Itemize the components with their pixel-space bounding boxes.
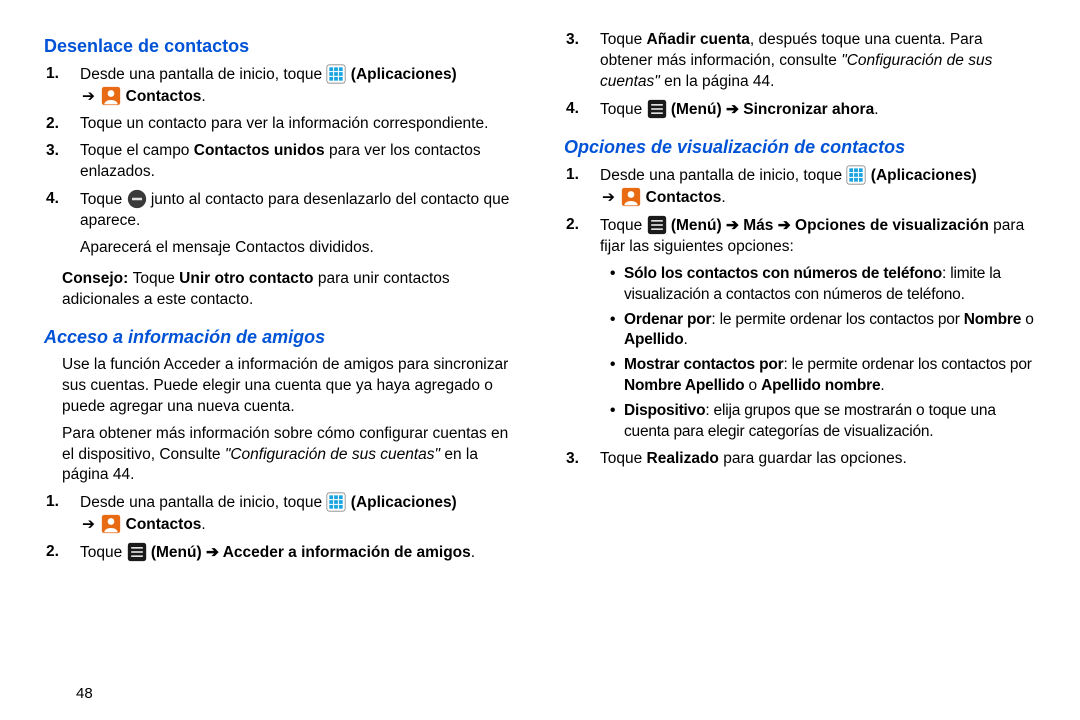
step-3: 3. Toque el campo Contactos unidos para … xyxy=(80,141,516,183)
left-column: Desenlace de contactos 1. Desde una pant… xyxy=(44,24,540,704)
unlink-icon xyxy=(127,189,147,209)
step-a1: 1. Desde una pantalla de inicio, toque (… xyxy=(80,492,516,536)
menu-icon xyxy=(647,99,667,119)
page-number: 48 xyxy=(76,685,93,702)
menu-icon xyxy=(647,215,667,235)
step-o3: 3. Toque Realizado para guardar las opci… xyxy=(600,449,1036,470)
heading-acceso: Acceso a información de amigos xyxy=(44,325,516,349)
apps-icon xyxy=(326,64,346,84)
right-column: 3. Toque Añadir cuenta, después toque un… xyxy=(540,24,1036,704)
para-acceso-1: Use la función Acceder a información de … xyxy=(44,355,516,418)
step-r3: 3. Toque Añadir cuenta, después toque un… xyxy=(600,30,1036,93)
step-a2: 2. Toque (Menú) ➔ Acceder a información … xyxy=(80,542,516,564)
bullet-2: Ordenar por: le permite ordenar los cont… xyxy=(624,310,1036,352)
manual-page: Desenlace de contactos 1. Desde una pant… xyxy=(0,0,1080,720)
contacts-icon xyxy=(101,86,121,106)
para-acceso-2: Para obtener más información sobre cómo … xyxy=(44,424,516,487)
apps-icon xyxy=(326,492,346,512)
step-4-msg: Aparecerá el mensaje Contactos divididos… xyxy=(80,238,516,259)
apps-icon xyxy=(846,165,866,185)
step-o2: 2. Toque (Menú) ➔ Más ➔ Opciones de visu… xyxy=(600,215,1036,258)
contacts-icon xyxy=(101,514,121,534)
menu-icon xyxy=(127,542,147,562)
bullet-4: Dispositivo: elija grupos que se mostrar… xyxy=(624,401,1036,443)
step-2: 2. Toque un contacto para ver la informa… xyxy=(80,114,516,135)
bullet-1: Sólo los contactos con números de teléfo… xyxy=(624,264,1036,306)
tip-block: Consejo: Toque Unir otro contacto para u… xyxy=(44,269,516,311)
step-o1: 1. Desde una pantalla de inicio, toque (… xyxy=(600,165,1036,209)
bullet-3: Mostrar contactos por: le permite ordena… xyxy=(624,355,1036,397)
step-4: 4. Toque junto al contacto para desenlaz… xyxy=(80,189,516,259)
contacts-icon xyxy=(621,187,641,207)
heading-opciones: Opciones de visualización de contactos xyxy=(564,135,1036,159)
heading-desenlace: Desenlace de contactos xyxy=(44,34,516,58)
step-1: 1. Desde una pantalla de inicio, toque (… xyxy=(80,64,516,108)
step-r4: 4. Toque (Menú) ➔ Sincronizar ahora. xyxy=(600,99,1036,121)
